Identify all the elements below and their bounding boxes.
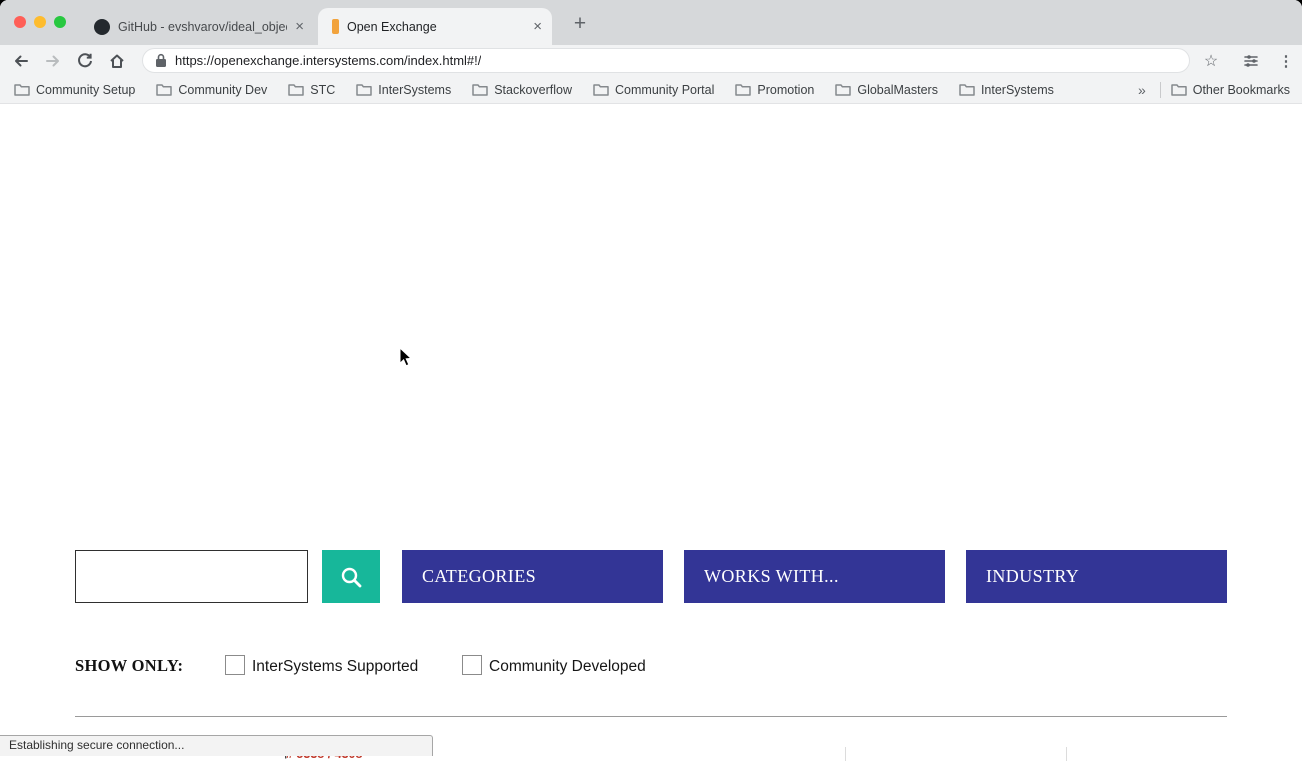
bookmark-label: Community Setup [36,83,135,97]
openexchange-favicon-icon [332,19,339,34]
forward-button[interactable] [38,45,68,76]
github-favicon-icon [94,19,110,35]
categories-dropdown-button[interactable]: CATEGORIES [402,550,663,603]
bookmark-star-icon[interactable]: ☆ [1198,45,1224,76]
folder-icon [735,83,751,96]
other-bookmarks-folder[interactable]: Other Bookmarks [1171,83,1290,97]
tab-github[interactable]: GitHub - evshvarov/ideal_objec × [84,8,314,45]
search-icon [339,565,363,589]
bookmarks-overflow-chevron[interactable]: » [1134,82,1150,98]
mouse-cursor [399,347,413,373]
bookmark-folder-intersystems-2[interactable]: InterSystems [959,83,1054,97]
works-with-dropdown-button[interactable]: WORKS WITH... [684,550,945,603]
folder-icon [472,83,488,96]
search-input[interactable] [75,550,308,603]
bookmark-label: GlobalMasters [857,83,938,97]
url-text[interactable]: https://openexchange.intersystems.com/in… [175,53,481,68]
home-button[interactable] [102,45,132,76]
bookmarks-bar: Community Setup Community Dev STC InterS… [0,76,1302,104]
bookmarks-separator [1160,82,1161,98]
back-button[interactable] [6,45,36,76]
browser-window: GitHub - evshvarov/ideal_objec × Open Ex… [0,0,1302,761]
address-bar[interactable]: https://openexchange.intersystems.com/in… [142,48,1190,73]
card-column-divider [1066,747,1067,761]
close-window-button[interactable] [14,16,26,28]
folder-icon [1171,83,1187,96]
bookmark-label: InterSystems [378,83,451,97]
close-tab-icon[interactable]: × [533,19,542,34]
search-button[interactable] [322,550,380,603]
bookmark-folder-community-dev[interactable]: Community Dev [156,83,267,97]
intersystems-supported-checkbox[interactable] [225,655,245,675]
bookmark-folder-promotion[interactable]: Promotion [735,83,814,97]
bookmark-folder-globalmasters[interactable]: GlobalMasters [835,83,938,97]
bookmark-label: STC [310,83,335,97]
close-tab-icon[interactable]: × [295,19,304,34]
tab-strip: GitHub - evshvarov/ideal_objec × Open Ex… [0,0,1302,45]
bookmark-folder-community-setup[interactable]: Community Setup [14,83,135,97]
bookmark-label: Community Portal [615,83,714,97]
bookmark-folder-community-portal[interactable]: Community Portal [593,83,714,97]
bookmark-folder-stackoverflow[interactable]: Stackoverflow [472,83,572,97]
folder-icon [959,83,975,96]
folder-icon [14,83,30,96]
status-bubble: Establishing secure connection... [0,735,433,756]
other-bookmarks-label: Other Bookmarks [1193,83,1290,97]
community-developed-label[interactable]: Community Developed [489,658,646,676]
zoom-window-button[interactable] [54,16,66,28]
bookmark-label: Community Dev [178,83,267,97]
folder-icon [288,83,304,96]
industry-dropdown-button[interactable]: INDUSTRY [966,550,1227,603]
community-developed-checkbox[interactable] [462,655,482,675]
section-divider [75,716,1227,717]
new-tab-button[interactable]: + [566,11,594,39]
bookmark-label: InterSystems [981,83,1054,97]
folder-icon [356,83,372,96]
page-content: CATEGORIES WORKS WITH... INDUSTRY SHOW O… [0,105,1302,761]
tab-open-exchange[interactable]: Open Exchange × [318,8,552,45]
bookmark-label: Promotion [757,83,814,97]
lock-icon [155,53,167,68]
bookmark-folder-intersystems[interactable]: InterSystems [356,83,451,97]
folder-icon [835,83,851,96]
bookmark-folder-stc[interactable]: STC [288,83,335,97]
browser-menu-icon[interactable]: ⋮ [1274,45,1298,76]
folder-icon [593,83,609,96]
bookmarks-bar-right: » Other Bookmarks [1134,82,1302,98]
folder-icon [156,83,172,96]
minimize-window-button[interactable] [34,16,46,28]
tab-title: Open Exchange [347,20,525,34]
tab-title: GitHub - evshvarov/ideal_objec [118,20,287,34]
bookmark-label: Stackoverflow [494,83,572,97]
card-column-divider [845,747,846,761]
intersystems-supported-label[interactable]: InterSystems Supported [252,658,418,676]
reload-button[interactable] [70,45,100,76]
show-only-label: SHOW ONLY: [75,656,183,676]
browser-toolbar: https://openexchange.intersystems.com/in… [0,45,1302,76]
extension-icon[interactable] [1238,45,1264,76]
window-controls [14,16,66,28]
